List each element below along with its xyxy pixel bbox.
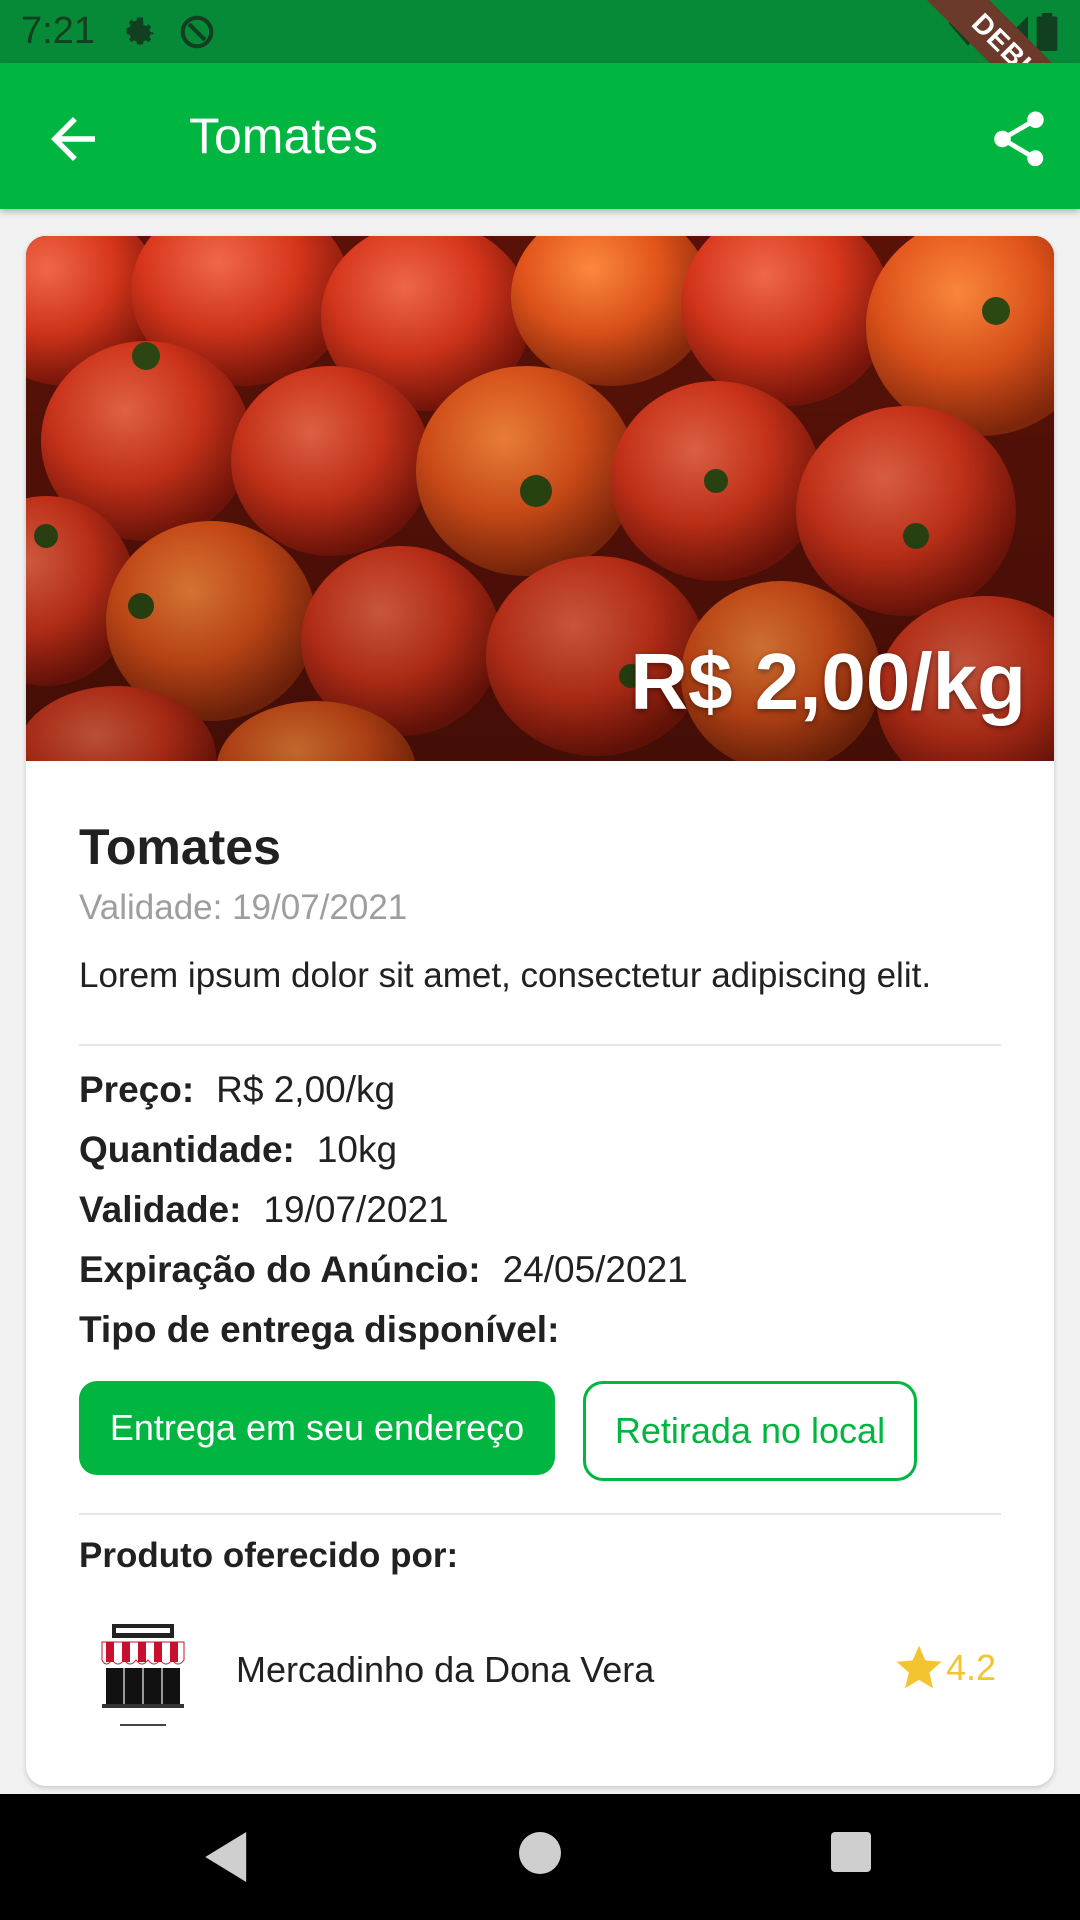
pickup-option-button[interactable]: Retirada no local [583, 1381, 917, 1481]
seller-name[interactable]: Mercadinho da Dona Vera [236, 1649, 654, 1691]
app-bar: Tomates [0, 63, 1080, 209]
detail-value: 19/07/2021 [263, 1189, 449, 1230]
detail-label: Validade: [79, 1189, 242, 1230]
detail-value: 24/05/2021 [502, 1249, 688, 1290]
share-icon [994, 111, 1044, 167]
divider [79, 1044, 1001, 1046]
divider [79, 1513, 1001, 1515]
settings-icon [122, 13, 158, 54]
nav-back-icon [205, 1832, 247, 1882]
rating-value: 4.2 [946, 1647, 997, 1688]
detail-price: Preço: R$ 2,00/kg [79, 1069, 395, 1111]
nav-back-button[interactable] [205, 1832, 251, 1887]
detail-label: Expiração do Anúncio: [79, 1249, 481, 1290]
detail-delivery-type: Tipo de entrega disponível: [79, 1309, 559, 1351]
nav-recents-icon [831, 1832, 871, 1872]
system-nav-bar [0, 1794, 1080, 1920]
detail-expiration: Expiração do Anúncio: 24/05/2021 [79, 1249, 688, 1291]
hero-price-label: R$ 2,00/kg [630, 637, 1026, 726]
seller-rating: 4.2 [892, 1641, 996, 1695]
product-title: Tomates [79, 819, 281, 875]
app-bar-title: Tomates [189, 108, 378, 164]
nav-home-button[interactable] [519, 1832, 561, 1879]
seller-logo[interactable] [98, 1620, 188, 1730]
status-time: 7:21 [21, 10, 95, 52]
delivery-option-button[interactable]: Entrega em seu endereço [79, 1381, 555, 1475]
status-bar: 7:21 DEBUG [0, 0, 1080, 164]
product-card: R$ 2,00/kg Tomates Validade: 19/07/2021 … [26, 236, 1054, 1786]
share-button[interactable] [986, 106, 1052, 172]
detail-value: R$ 2,00/kg [216, 1069, 396, 1110]
offered-by-label: Produto oferecido por: [79, 1536, 459, 1575]
detail-label: Preço: [79, 1069, 195, 1110]
back-arrow-icon [51, 117, 95, 161]
product-image: R$ 2,00/kg [26, 236, 1054, 761]
detail-validity: Validade: 19/07/2021 [79, 1189, 449, 1231]
star-icon [896, 1645, 942, 1689]
nav-home-icon [519, 1832, 561, 1874]
detail-value: 10kg [316, 1129, 398, 1170]
detail-label: Quantidade: [79, 1129, 295, 1170]
detail-quantity: Quantidade: 10kg [79, 1129, 397, 1171]
back-button[interactable] [40, 106, 106, 172]
product-description: Lorem ipsum dolor sit amet, consectetur … [79, 956, 932, 995]
detail-label: Tipo de entrega disponível: [79, 1309, 560, 1350]
product-validity: Validade: 19/07/2021 [79, 888, 408, 927]
nav-recents-button[interactable] [831, 1832, 871, 1877]
at-sign-icon [178, 13, 216, 56]
